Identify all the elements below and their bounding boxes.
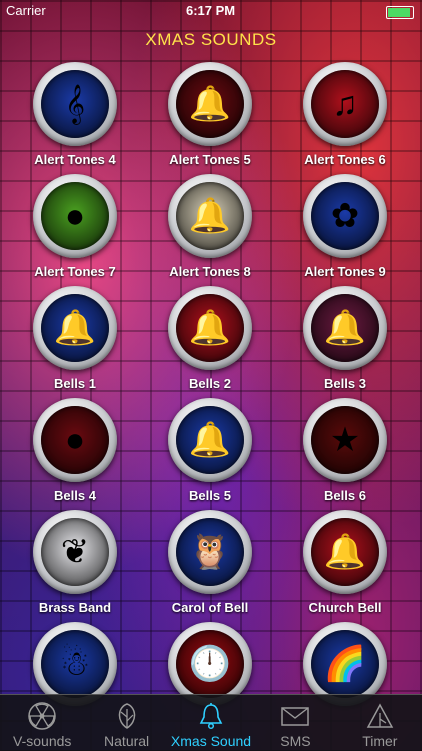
sound-label: Bells 4 xyxy=(54,488,96,503)
bell-icon xyxy=(199,703,223,730)
tab-label: Xmas Sound xyxy=(170,733,252,749)
beard-icon: ❦ xyxy=(41,518,109,586)
sound-button[interactable]: 🔔 xyxy=(168,398,252,482)
envelope-icon xyxy=(281,707,310,726)
sound-item[interactable]: ❦ Brass Band xyxy=(5,510,145,615)
sound-label: Carol of Bell xyxy=(171,600,249,615)
sound-item[interactable]: ● Bells 4 xyxy=(5,398,145,503)
bells-icon: 🔔 xyxy=(41,294,109,362)
bells-icon: 🔔 xyxy=(176,406,244,474)
tab-timer[interactable]: Timer xyxy=(338,695,422,751)
sound-label: Alert Tones 6 xyxy=(304,152,386,167)
sound-item[interactable]: 🔔 Church Bell xyxy=(275,510,415,615)
sound-button[interactable]: ● xyxy=(33,174,117,258)
sound-button[interactable]: ● xyxy=(33,398,117,482)
owl-icon: 🦉 xyxy=(176,518,244,586)
clock-icon: 🕛 xyxy=(176,630,244,698)
sound-item[interactable]: ★ Bells 6 xyxy=(275,398,415,503)
leaf-icon xyxy=(118,703,135,729)
music-note-icon: ♫ xyxy=(311,70,379,138)
sound-item[interactable]: 🔔 Bells 2 xyxy=(140,286,280,391)
timer-icon xyxy=(366,703,394,728)
sound-label: Alert Tones 5 xyxy=(169,152,251,167)
bells-icon: 🔔 xyxy=(311,294,379,362)
sound-button[interactable]: 🦉 xyxy=(168,510,252,594)
sound-label: Bells 1 xyxy=(54,376,96,391)
bells-icon: 🔔 xyxy=(311,518,379,586)
sound-label: Alert Tones 7 xyxy=(34,264,116,279)
sound-button[interactable]: ♫ xyxy=(303,62,387,146)
ornament-icon: ● xyxy=(41,182,109,250)
tab-label: SMS xyxy=(280,733,311,749)
sound-label: Church Bell xyxy=(308,600,382,615)
carrier-label: Carrier xyxy=(6,3,46,18)
sound-button[interactable]: ✿ xyxy=(303,174,387,258)
sound-item[interactable]: 🔔 Bells 3 xyxy=(275,286,415,391)
star-icon: ★ xyxy=(311,406,379,474)
flower-icon: ✿ xyxy=(311,182,379,250)
status-bar: Carrier 6:17 PM xyxy=(0,0,422,22)
ornament-icon: ● xyxy=(41,406,109,474)
sound-item[interactable]: 🔔 Alert Tones 5 xyxy=(140,62,280,167)
sound-item[interactable]: 🦉 Carol of Bell xyxy=(140,510,280,615)
radiation-icon xyxy=(28,702,56,730)
sound-button[interactable]: 🔔 xyxy=(168,174,252,258)
snowman-icon: ☃ xyxy=(41,630,109,698)
sound-button[interactable]: ★ xyxy=(303,398,387,482)
tab-bar: V-sounds Natural Xmas Sound SMS Timer xyxy=(0,694,422,751)
tab-v-sounds[interactable]: V-sounds xyxy=(0,695,84,751)
sound-label: Alert Tones 4 xyxy=(34,152,116,167)
sound-label: Alert Tones 8 xyxy=(169,264,251,279)
sound-label: Bells 5 xyxy=(189,488,231,503)
sound-label: Bells 6 xyxy=(324,488,366,503)
sound-button[interactable]: 𝄞 xyxy=(33,62,117,146)
tab-label: Timer xyxy=(362,733,398,749)
sound-button[interactable]: 🔔 xyxy=(33,286,117,370)
sound-button[interactable]: 🔔 xyxy=(168,62,252,146)
tab-sms[interactable]: SMS xyxy=(253,695,337,751)
sound-item[interactable]: 𝄞 Alert Tones 4 xyxy=(5,62,145,167)
battery-icon xyxy=(386,6,414,19)
sound-button[interactable]: 🔔 xyxy=(303,510,387,594)
sound-button[interactable]: 🔔 xyxy=(303,286,387,370)
sound-label: Bells 3 xyxy=(324,376,366,391)
clock: 6:17 PM xyxy=(186,3,236,18)
sound-item[interactable]: ✿ Alert Tones 9 xyxy=(275,174,415,279)
page-title: XMAS SOUNDS xyxy=(145,30,277,49)
bells-icon: 🔔 xyxy=(176,182,244,250)
sound-item[interactable]: 🔔 Alert Tones 8 xyxy=(140,174,280,279)
sound-label: Bells 2 xyxy=(189,376,231,391)
sound-item[interactable]: ♫ Alert Tones 6 xyxy=(275,62,415,167)
tab-natural[interactable]: Natural xyxy=(84,695,168,751)
bells-icon: 🔔 xyxy=(176,70,244,138)
treble-clef-icon: 𝄞 xyxy=(41,70,109,138)
sound-item[interactable]: ● Alert Tones 7 xyxy=(5,174,145,279)
tab-label: V-sounds xyxy=(13,733,72,749)
rainbow-icon: 🌈 xyxy=(311,630,379,698)
tab-label: Natural xyxy=(104,733,150,749)
sound-item[interactable]: 🔔 Bells 1 xyxy=(5,286,145,391)
sound-item[interactable]: 🔔 Bells 5 xyxy=(140,398,280,503)
sound-label: Alert Tones 9 xyxy=(304,264,386,279)
tab-xmas-sound[interactable]: Xmas Sound xyxy=(169,695,253,751)
sound-label: Brass Band xyxy=(38,600,112,615)
sound-button[interactable]: ❦ xyxy=(33,510,117,594)
sound-button[interactable]: 🔔 xyxy=(168,286,252,370)
bell-icon: 🔔 xyxy=(176,294,244,362)
